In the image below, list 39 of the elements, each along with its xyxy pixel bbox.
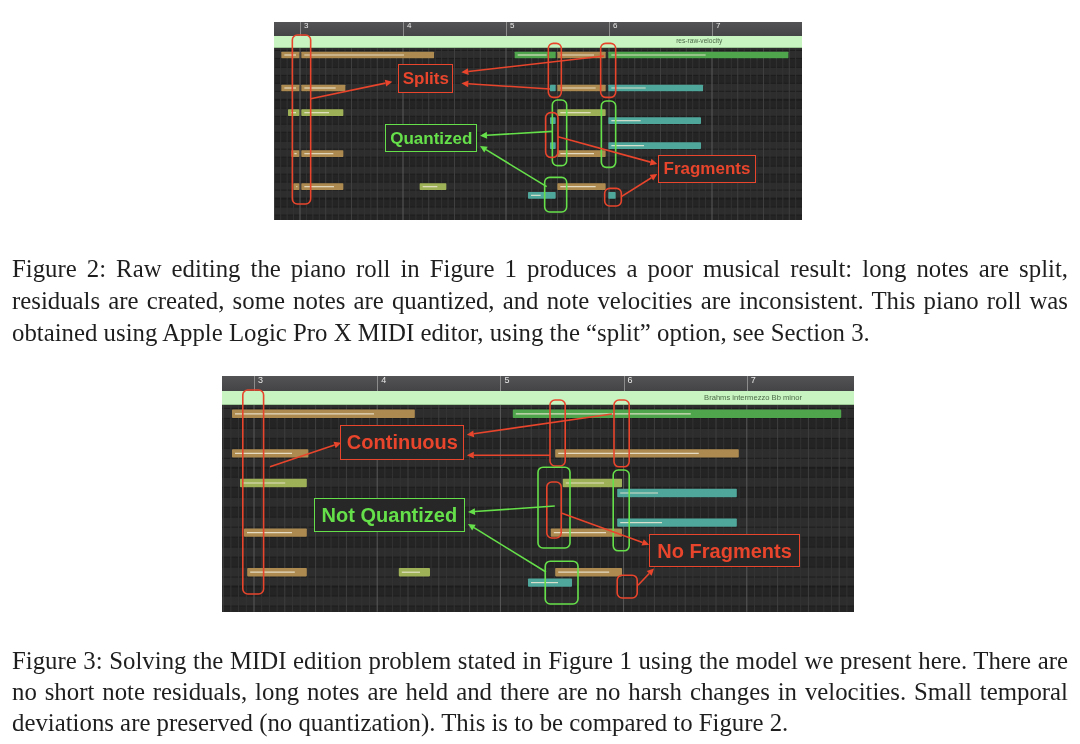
midi-note	[244, 528, 307, 537]
callout-arrow	[620, 174, 658, 198]
callout-label: No Fragments	[649, 534, 800, 568]
midi-note	[247, 568, 307, 577]
midi-note	[608, 192, 616, 199]
midi-note	[398, 568, 430, 577]
bar-number: 6	[626, 376, 633, 386]
midi-note	[528, 192, 556, 199]
callout-label: Fragments	[658, 154, 756, 183]
bar-number: 7	[749, 376, 756, 386]
callout-label: Quantized	[385, 124, 478, 152]
bar-number: 4	[406, 22, 412, 31]
highlight-outline	[543, 176, 568, 213]
figure-caption: Figure 3: Solving the MIDI edition problem stated in Figure 1 using the model we present here. There are no short note residuals, long notes are held and there are no harsh changes in velocities. Small temporal deviations are preserved (no quantization). This is to be compared to Figure 2.	[12, 646, 1068, 738]
callout-arrow	[637, 568, 654, 586]
bar-number: 4	[380, 376, 387, 386]
midi-note	[419, 183, 447, 190]
bar-number: 3	[257, 376, 263, 386]
midi-note	[240, 479, 307, 488]
midi-note	[557, 183, 606, 190]
highlight-outline	[544, 111, 559, 159]
bar-number: 7	[715, 22, 721, 31]
highlight-outline	[600, 100, 617, 169]
highlight-outline	[599, 42, 617, 99]
bar-number: 5	[503, 376, 510, 386]
figure-caption: Figure 2: Raw editing the piano roll in Figure 1 produces a poor musical result: long notes are split, residuals are created, some notes are quantized, and note velocities are inconsistent. This piano roll was obtained using Apple Logic Pro X MIDI editor, using the “split” option, see Section 3.	[12, 254, 1068, 348]
callout-label: Splits	[398, 64, 454, 93]
highlight-outline	[613, 399, 630, 468]
highlight-outline	[551, 99, 568, 167]
highlight-outline	[603, 187, 623, 207]
highlight-outline	[547, 42, 563, 99]
highlight-outline	[616, 574, 638, 599]
callout-label: Not Quantized	[313, 498, 466, 532]
bar-number: 6	[612, 22, 618, 31]
highlight-outline	[544, 560, 579, 605]
bar-number: 3	[303, 22, 309, 31]
callout-arrow	[480, 146, 548, 188]
bar-number: 5	[509, 22, 515, 31]
callout-label: Continuous	[340, 425, 465, 460]
